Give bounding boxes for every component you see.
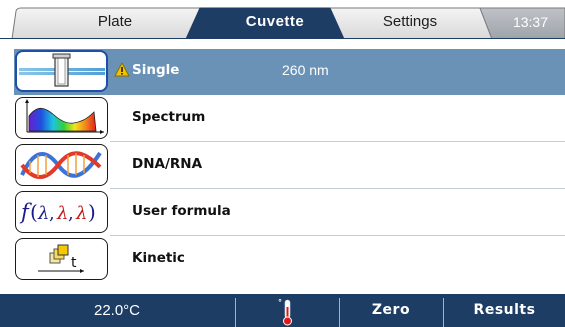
method-kinetic[interactable]: t Kinetic: [14, 237, 565, 283]
thermometer-button[interactable]: °: [236, 294, 338, 327]
warning-icon: [114, 62, 130, 77]
dna-icon: [15, 144, 108, 186]
svg-text:,: ,: [68, 203, 74, 224]
row-divider: [110, 235, 565, 236]
results-button[interactable]: Results: [444, 294, 565, 327]
wavelength-value: 260 nm: [282, 62, 329, 78]
svg-text:,: ,: [49, 203, 55, 224]
spectrum-icon: [15, 97, 108, 139]
svg-text:λ: λ: [75, 203, 87, 224]
method-label-single: Single: [132, 62, 180, 78]
formula-icon: f ( λ , λ , λ ): [15, 191, 108, 233]
svg-text:λ: λ: [37, 203, 49, 224]
method-label-kinetic: Kinetic: [132, 250, 185, 266]
row-divider: [110, 141, 565, 142]
svg-text:(: (: [30, 200, 38, 224]
method-spectrum[interactable]: Spectrum: [14, 96, 565, 142]
tab-cuvette[interactable]: Cuvette: [200, 11, 350, 33]
svg-text:): ): [88, 200, 96, 224]
kinetic-icon: t: [15, 238, 108, 280]
svg-text:λ: λ: [56, 203, 68, 224]
row-divider: [110, 188, 565, 189]
tab-plate[interactable]: Plate: [30, 11, 200, 33]
method-single[interactable]: Single 260 nm: [14, 49, 565, 95]
svg-text:t: t: [71, 255, 77, 271]
method-label-spectrum: Spectrum: [132, 109, 206, 125]
bottom-bar: 22.0°C ° Zero Results: [0, 294, 565, 327]
svg-text:°: °: [278, 298, 282, 307]
method-label-user-formula: User formula: [132, 203, 231, 219]
clock: 13:37: [512, 14, 549, 30]
zero-button[interactable]: Zero: [340, 294, 442, 327]
method-user-formula[interactable]: f ( λ , λ , λ ) User formula: [14, 190, 565, 236]
thermometer-icon: °: [278, 298, 292, 326]
tab-settings[interactable]: Settings: [345, 11, 475, 33]
temperature-readout: 22.0°C: [93, 302, 141, 319]
method-dna-rna[interactable]: DNA/RNA: [14, 143, 565, 189]
cuvette-icon: [15, 50, 108, 92]
tab-bar: Plate Cuvette Settings 13:37: [0, 0, 565, 39]
method-label-dna-rna: DNA/RNA: [132, 156, 203, 172]
